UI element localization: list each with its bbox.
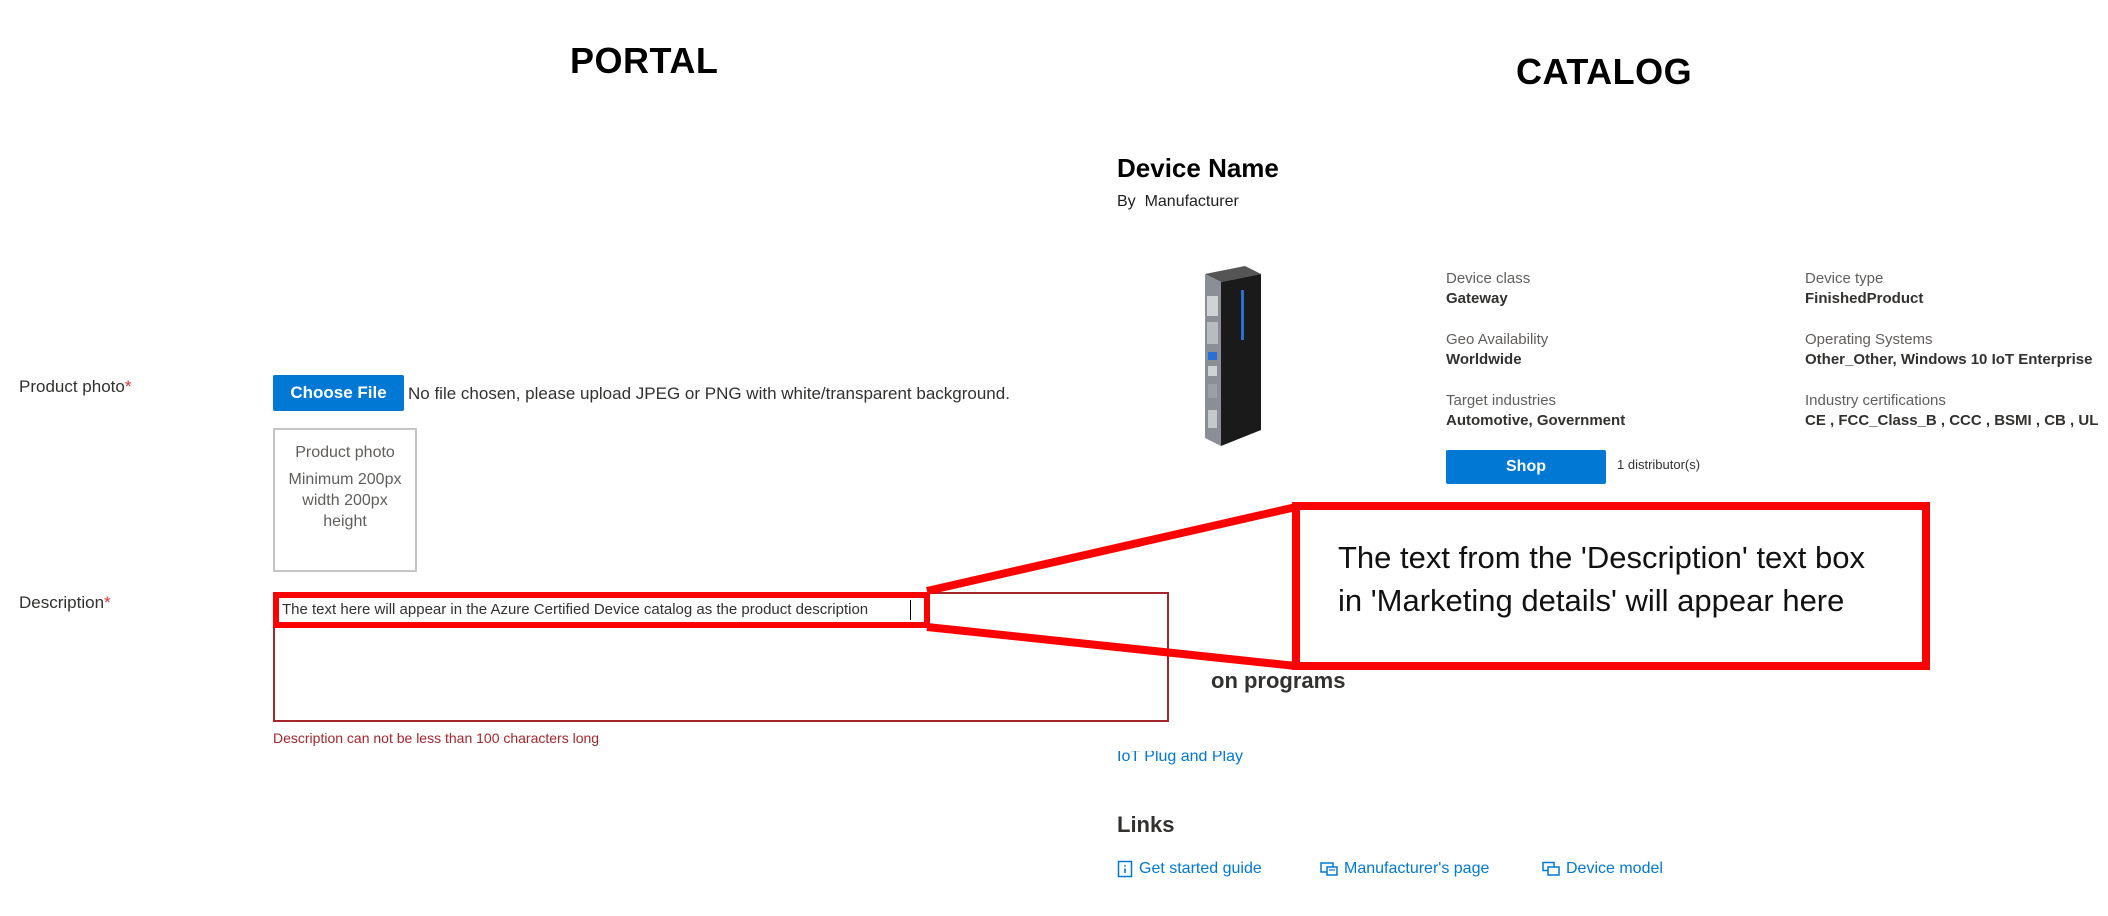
callout-box: The text from the 'Description' text box… xyxy=(1292,502,1930,670)
callout-text: The text from the 'Description' text box… xyxy=(1338,540,1865,618)
callout-connector xyxy=(273,503,1297,670)
